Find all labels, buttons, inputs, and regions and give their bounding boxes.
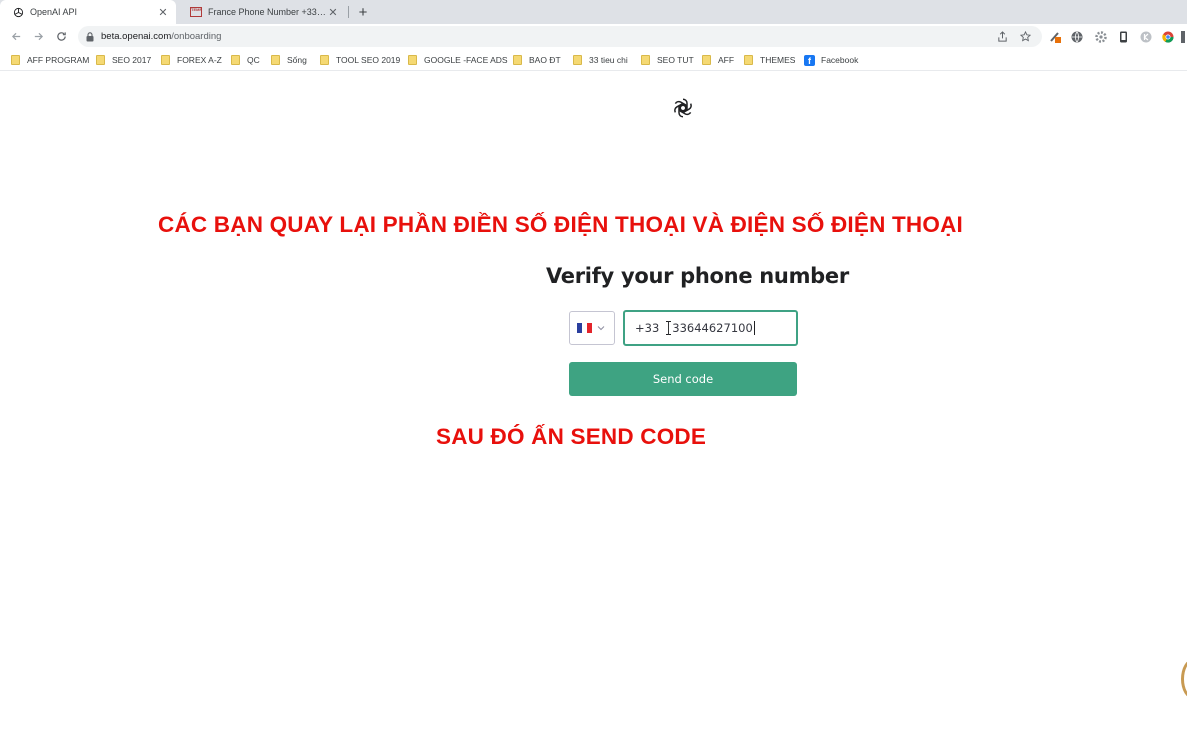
send-code-button[interactable]: Send code <box>569 362 797 396</box>
back-button[interactable] <box>8 28 24 44</box>
close-tab-icon[interactable]: ✕ <box>326 5 340 19</box>
extension-globe-icon[interactable] <box>1070 30 1083 43</box>
bookmark-google-face-ads[interactable]: GOOGLE -FACE ADS <box>408 53 508 67</box>
chrome-color-icon[interactable] <box>1161 30 1174 43</box>
forward-button[interactable] <box>30 28 46 44</box>
folder-icon <box>231 55 240 65</box>
france-flag-icon <box>577 323 592 333</box>
bookmark-forex[interactable]: FOREX A-Z <box>161 53 222 67</box>
tab-title: OpenAI API <box>30 7 78 17</box>
edge-decoration <box>1181 659 1187 699</box>
folder-icon <box>641 55 650 65</box>
tab-strip: OpenAI API ✕ TEMP France Phone Number +3… <box>0 0 1187 24</box>
folder-icon <box>11 55 20 65</box>
menu-edge-icon[interactable] <box>1180 30 1186 43</box>
plus-icon: + <box>358 3 368 21</box>
close-tab-icon[interactable]: ✕ <box>156 5 170 19</box>
facebook-icon: f <box>804 54 815 66</box>
bookmark-facebook[interactable]: f Facebook <box>804 53 858 67</box>
openai-logo-icon <box>671 96 695 120</box>
bookmark-song[interactable]: Sống <box>271 53 307 67</box>
bookmark-33-tieu-chi[interactable]: 33 tieu chi <box>573 53 628 67</box>
reload-icon <box>56 31 66 41</box>
share-icon[interactable] <box>996 30 1009 43</box>
arrow-left-icon <box>11 32 20 40</box>
extension-pen-icon[interactable] <box>1049 30 1062 43</box>
folder-icon <box>271 55 280 65</box>
folder-icon <box>573 55 582 65</box>
new-tab-button[interactable]: + <box>354 3 372 21</box>
tab-openai-api[interactable]: OpenAI API ✕ <box>0 0 176 24</box>
country-select[interactable] <box>569 311 615 345</box>
phone-number-input[interactable]: +33 33644627100 <box>623 310 798 346</box>
folder-icon <box>702 55 711 65</box>
bookmarks-bar: AFF PROGRAM SEO 2017 FOREX A-Z QC Sống T… <box>0 49 1187 71</box>
bookmark-aff[interactable]: AFF <box>702 53 734 67</box>
page-title: Verify your phone number <box>546 264 849 288</box>
lock-icon <box>86 31 96 43</box>
bookmark-seo-2017[interactable]: SEO 2017 <box>96 53 151 67</box>
extension-k-icon[interactable] <box>1139 30 1152 43</box>
folder-icon <box>96 55 105 65</box>
folder-icon <box>320 55 329 65</box>
address-bar[interactable]: beta.openai.com/onboarding <box>78 26 1042 47</box>
bookmark-themes[interactable]: THEMES <box>744 53 795 67</box>
text-cursor-icon <box>666 321 672 335</box>
bookmark-qc[interactable]: QC <box>231 53 260 67</box>
tab-title: France Phone Number +336446… <box>208 7 326 17</box>
bookmark-bao-dt[interactable]: BAO ĐT <box>513 53 561 67</box>
arrow-right-icon <box>34 32 43 40</box>
star-icon[interactable] <box>1019 30 1032 43</box>
annotation-instruction-bottom: SAU ĐÓ ẤN SEND CODE <box>436 424 707 449</box>
tab-france-phone-number[interactable]: TEMP France Phone Number +336446… ✕ <box>178 0 346 24</box>
extension-gear-icon[interactable] <box>1094 30 1107 43</box>
folder-icon <box>408 55 417 65</box>
onboarding-page: CÁC BẠN QUAY LẠI PHẦN ĐIỀN SỐ ĐIỆN THOẠI… <box>0 72 1187 735</box>
text-caret <box>753 321 755 335</box>
temp-favicon-icon: TEMP <box>190 6 202 18</box>
address-url: beta.openai.com/onboarding <box>101 31 222 42</box>
tab-separator <box>348 6 349 18</box>
country-code-prefix: +33 <box>635 321 660 335</box>
reload-button[interactable] <box>53 28 69 44</box>
annotation-instruction-top: CÁC BẠN QUAY LẠI PHẦN ĐIỀN SỐ ĐIỆN THOẠI… <box>158 212 963 237</box>
phone-number-value: 33644627100 <box>672 321 753 335</box>
extension-phone-icon[interactable] <box>1117 30 1130 43</box>
bookmark-aff-program[interactable]: AFF PROGRAM <box>11 53 89 67</box>
browser-toolbar: beta.openai.com/onboarding <box>0 24 1187 49</box>
bookmark-tool-seo-2019[interactable]: TOOL SEO 2019 <box>320 53 400 67</box>
folder-icon <box>513 55 522 65</box>
folder-icon <box>744 55 753 65</box>
openai-favicon-icon <box>12 6 24 18</box>
chevron-down-icon <box>597 326 605 331</box>
bookmark-seo-tut[interactable]: SEO TUT <box>641 53 694 67</box>
folder-icon <box>161 55 170 65</box>
